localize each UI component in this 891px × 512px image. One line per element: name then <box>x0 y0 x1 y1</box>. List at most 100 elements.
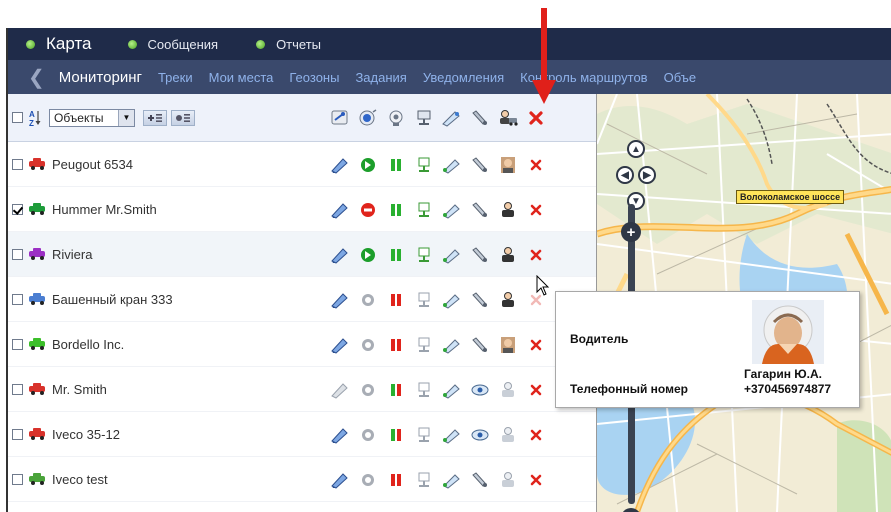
sensor-header-icon[interactable] <box>410 107 438 129</box>
tools-icon[interactable] <box>466 289 494 311</box>
unit-checkbox[interactable] <box>12 203 23 215</box>
unit-name[interactable]: Iveco test <box>52 472 108 487</box>
unit-checkbox[interactable] <box>12 383 23 395</box>
driver-icon[interactable] <box>494 244 522 266</box>
delete-icon[interactable] <box>522 154 550 176</box>
driver-icon[interactable] <box>494 424 522 446</box>
menu-reports[interactable]: Отчеты <box>256 37 321 52</box>
delete-icon[interactable] <box>522 334 550 356</box>
edit-icon[interactable] <box>326 334 354 356</box>
back-arrow-icon[interactable]: ❮ <box>28 65 45 90</box>
nav-notifications[interactable]: Уведомления <box>423 70 504 85</box>
list-toggle-button[interactable] <box>171 109 195 126</box>
unit-checkbox[interactable] <box>12 248 23 260</box>
edit-icon[interactable] <box>326 469 354 491</box>
engine-icon[interactable] <box>382 289 410 311</box>
engine-icon[interactable] <box>382 244 410 266</box>
driver-icon[interactable] <box>494 154 522 176</box>
status-icon[interactable] <box>354 289 382 311</box>
unit-checkbox[interactable] <box>12 473 23 485</box>
visibility-header-icon[interactable] <box>438 107 466 129</box>
table-row[interactable]: Hummer Mr.Smith <box>8 187 596 232</box>
status-icon[interactable] <box>354 379 382 401</box>
unit-name[interactable]: Riviera <box>52 247 92 262</box>
nav-jobs[interactable]: Задания <box>355 70 406 85</box>
sensor-icon[interactable] <box>410 199 438 221</box>
delete-icon[interactable] <box>522 199 550 221</box>
driver-icon[interactable] <box>494 469 522 491</box>
unit-name[interactable]: Peugout 6534 <box>52 157 133 172</box>
sensor-icon[interactable] <box>410 469 438 491</box>
engine-icon[interactable] <box>382 154 410 176</box>
delete-icon[interactable] <box>522 244 550 266</box>
visibility-icon[interactable] <box>438 199 466 221</box>
commands-icon[interactable] <box>326 107 354 129</box>
edit-icon[interactable] <box>326 199 354 221</box>
menu-messages[interactable]: Сообщения <box>127 37 218 52</box>
delete-icon[interactable] <box>522 379 550 401</box>
nav-my-places[interactable]: Мои места <box>209 70 274 85</box>
nav-geozones[interactable]: Геозоны <box>289 70 339 85</box>
engine-icon[interactable] <box>382 469 410 491</box>
driver-icon[interactable] <box>494 199 522 221</box>
table-row[interactable]: Iveco test <box>8 457 596 502</box>
sensor-icon[interactable] <box>410 154 438 176</box>
nav-tracks[interactable]: Треки <box>158 70 193 85</box>
table-row[interactable]: Bordello Inc. <box>8 322 596 367</box>
pan-up-icon[interactable]: ▲ <box>627 140 645 158</box>
nav-monitoring[interactable]: Мониторинг <box>59 69 142 86</box>
status-icon[interactable] <box>354 469 382 491</box>
visibility-icon[interactable] <box>438 379 466 401</box>
sensor-icon[interactable] <box>410 379 438 401</box>
unit-checkbox[interactable] <box>12 158 23 170</box>
unit-name[interactable]: Bordello Inc. <box>52 337 124 352</box>
add-list-button[interactable] <box>143 109 167 126</box>
pan-left-icon[interactable]: ◀ <box>616 166 634 184</box>
status-icon[interactable] <box>354 334 382 356</box>
tools-icon[interactable] <box>466 244 494 266</box>
sort-az-icon[interactable]: A Z <box>29 109 41 127</box>
status-icon[interactable] <box>354 424 382 446</box>
table-row[interactable]: Башенный кран 333 <box>8 277 596 322</box>
driver-icon[interactable] <box>494 289 522 311</box>
visibility-icon[interactable] <box>438 334 466 356</box>
edit-icon[interactable] <box>326 379 354 401</box>
tools-header-icon[interactable] <box>466 107 494 129</box>
sensor-icon[interactable] <box>410 244 438 266</box>
tools-icon[interactable] <box>466 334 494 356</box>
unit-name[interactable]: Башенный кран 333 <box>52 292 173 307</box>
pan-right-icon[interactable]: ▶ <box>638 166 656 184</box>
units-type-select[interactable]: Объекты ▼ <box>49 108 135 127</box>
engine-icon[interactable] <box>382 424 410 446</box>
select-all-checkbox[interactable] <box>12 112 23 123</box>
delete-icon[interactable] <box>522 469 550 491</box>
delete-icon[interactable] <box>522 424 550 446</box>
unit-name[interactable]: Hummer Mr.Smith <box>52 202 157 217</box>
unit-checkbox[interactable] <box>12 338 23 350</box>
engine-icon[interactable] <box>382 199 410 221</box>
tools-icon[interactable] <box>466 379 494 401</box>
unit-name[interactable]: Iveco 35-12 <box>52 427 120 442</box>
unit-checkbox[interactable] <box>12 428 23 440</box>
edit-icon[interactable] <box>326 154 354 176</box>
engine-icon[interactable] <box>382 379 410 401</box>
table-row[interactable]: Mr. Smith <box>8 367 596 412</box>
tools-icon[interactable] <box>466 154 494 176</box>
driver-header-icon[interactable] <box>494 107 522 129</box>
engine-icon[interactable] <box>382 334 410 356</box>
delete-all-icon[interactable] <box>522 107 550 129</box>
edit-icon[interactable] <box>326 424 354 446</box>
edit-icon[interactable] <box>326 244 354 266</box>
unit-name[interactable]: Mr. Smith <box>52 382 107 397</box>
table-row[interactable]: Iveco 35-12 <box>8 412 596 457</box>
edit-icon[interactable] <box>326 289 354 311</box>
sensor-icon[interactable] <box>410 334 438 356</box>
driver-icon[interactable] <box>494 379 522 401</box>
sensor-icon[interactable] <box>410 289 438 311</box>
unit-checkbox[interactable] <box>12 293 23 305</box>
tools-icon[interactable] <box>466 469 494 491</box>
visibility-icon[interactable] <box>438 424 466 446</box>
status-header-icon[interactable] <box>354 107 382 129</box>
visibility-icon[interactable] <box>438 154 466 176</box>
status-icon[interactable] <box>354 244 382 266</box>
